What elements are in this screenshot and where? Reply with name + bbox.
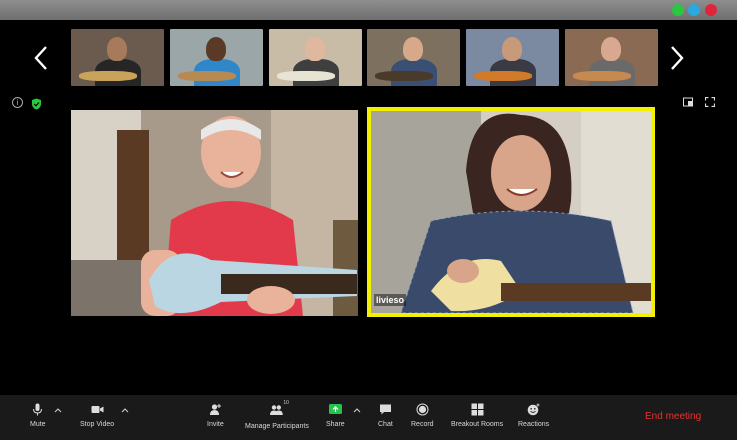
video-tile-active-speaker[interactable] (71, 110, 358, 316)
chat-label: Chat (378, 421, 393, 428)
breakout-rooms-icon (471, 403, 484, 416)
fullscreen-icon[interactable] (705, 97, 715, 107)
chat-button[interactable]: Chat (378, 403, 393, 428)
share-screen-icon (328, 404, 342, 414)
stop-video-button[interactable]: Stop Video (80, 403, 114, 428)
record-label: Record (411, 421, 434, 428)
meeting-status-icons: i (12, 97, 42, 115)
info-icon[interactable]: i (12, 97, 23, 108)
audio-options-caret-icon[interactable] (54, 407, 62, 413)
participant-count-badge: 10 (283, 400, 289, 406)
breakout-rooms-button[interactable]: Breakout Rooms (451, 403, 503, 428)
participant-thumbnail[interactable] (466, 29, 559, 86)
reactions-button[interactable]: Reactions (518, 403, 549, 428)
record-icon (416, 403, 429, 416)
manage-participants-label: Manage Participants (245, 423, 309, 430)
window-close-button[interactable] (705, 4, 717, 16)
mute-button[interactable]: Mute (30, 403, 46, 428)
share-button[interactable]: Share (326, 403, 345, 428)
chat-bubble-icon (379, 404, 391, 415)
meeting-toolbar: Mute Stop Video Invite 10 Manage Partici… (0, 395, 737, 440)
participant-video (371, 111, 651, 313)
chevron-left-icon (34, 46, 47, 70)
share-options-caret-icon[interactable] (353, 407, 361, 413)
participant-video (71, 110, 358, 316)
end-meeting-button[interactable]: End meeting (645, 411, 701, 422)
invite-label: Invite (207, 421, 224, 428)
manage-participants-button[interactable]: 10 Manage Participants (245, 400, 309, 430)
window-minimize-button[interactable] (688, 4, 700, 16)
stop-video-label: Stop Video (80, 421, 115, 428)
window-zoom-button[interactable] (672, 4, 684, 16)
emoji-reaction-icon (527, 403, 540, 416)
video-tile-highlighted[interactable]: livieso (367, 107, 655, 317)
participant-thumbnail[interactable] (367, 29, 460, 86)
participant-thumbnail[interactable] (71, 29, 164, 86)
chevron-right-icon (671, 46, 684, 70)
participants-icon (270, 405, 284, 415)
view-controls (683, 97, 715, 107)
reactions-label: Reactions (518, 421, 550, 428)
gallery-view-icon[interactable] (683, 97, 693, 107)
participant-thumbnail[interactable] (565, 29, 658, 86)
video-camera-icon (91, 406, 104, 413)
mute-label: Mute (30, 421, 46, 428)
breakout-rooms-label: Breakout Rooms (451, 421, 504, 428)
microphone-icon (33, 403, 43, 416)
share-label: Share (326, 421, 345, 428)
invite-button[interactable]: Invite (207, 403, 224, 428)
record-button[interactable]: Record (411, 403, 434, 428)
strip-next-button[interactable] (666, 42, 688, 74)
window-titlebar (0, 0, 737, 20)
video-options-caret-icon[interactable] (121, 407, 129, 413)
participant-thumbnail[interactable] (170, 29, 263, 86)
participant-name: livieso (374, 294, 407, 306)
shield-icon[interactable] (31, 97, 42, 115)
participant-thumbnail[interactable] (269, 29, 362, 86)
add-person-icon (209, 404, 221, 415)
strip-prev-button[interactable] (30, 42, 52, 74)
